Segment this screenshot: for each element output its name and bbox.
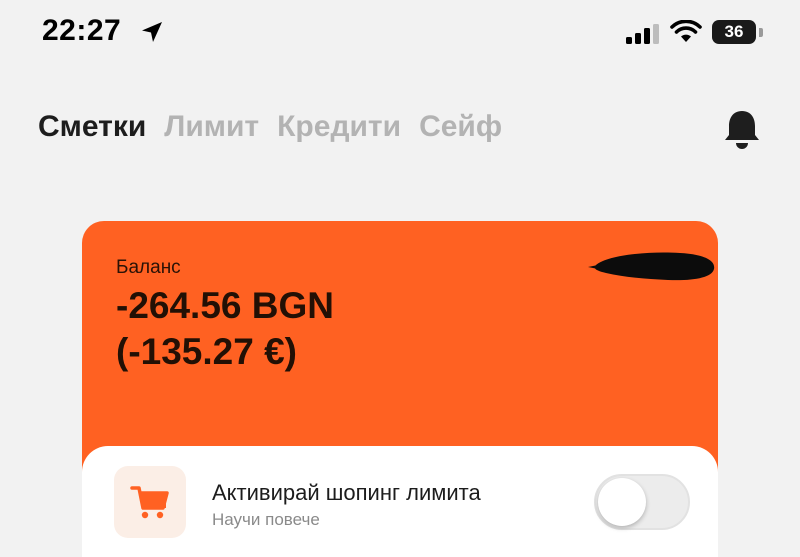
cellular-signal-icon bbox=[626, 24, 659, 44]
redacted-account-mark bbox=[588, 252, 715, 281]
tab-accounts[interactable]: Сметки bbox=[38, 110, 146, 144]
tab-limit[interactable]: Лимит bbox=[164, 110, 259, 144]
bell-icon[interactable] bbox=[722, 108, 762, 152]
balance-label: Баланс bbox=[116, 257, 181, 278]
account-tabs: Сметки Лимит Кредити Сейф bbox=[38, 110, 502, 144]
battery-icon: 36 bbox=[712, 20, 756, 44]
shopping-limit-toggle[interactable] bbox=[594, 474, 690, 530]
learn-more-link[interactable]: Научи повече bbox=[212, 510, 320, 530]
shopping-limit-title: Активирай шопинг лимита bbox=[212, 480, 481, 505]
tab-safe[interactable]: Сейф bbox=[419, 110, 502, 144]
balance-amount: -264.56 BGN bbox=[116, 285, 334, 326]
balance-amount-eur: (-135.27 €) bbox=[116, 331, 297, 372]
status-bar: 22:27 36 bbox=[0, 0, 800, 70]
toggle-knob bbox=[598, 478, 646, 526]
battery-cap bbox=[759, 28, 763, 37]
status-time: 22:27 bbox=[42, 14, 122, 47]
shopping-cart-icon bbox=[130, 486, 169, 519]
tab-credits[interactable]: Кредити bbox=[277, 110, 401, 144]
cart-icon-container bbox=[114, 466, 186, 538]
wifi-icon bbox=[670, 20, 702, 42]
shopping-limit-row[interactable]: Активирай шопинг лимита Научи повече bbox=[82, 446, 718, 557]
location-arrow-icon bbox=[142, 22, 162, 42]
